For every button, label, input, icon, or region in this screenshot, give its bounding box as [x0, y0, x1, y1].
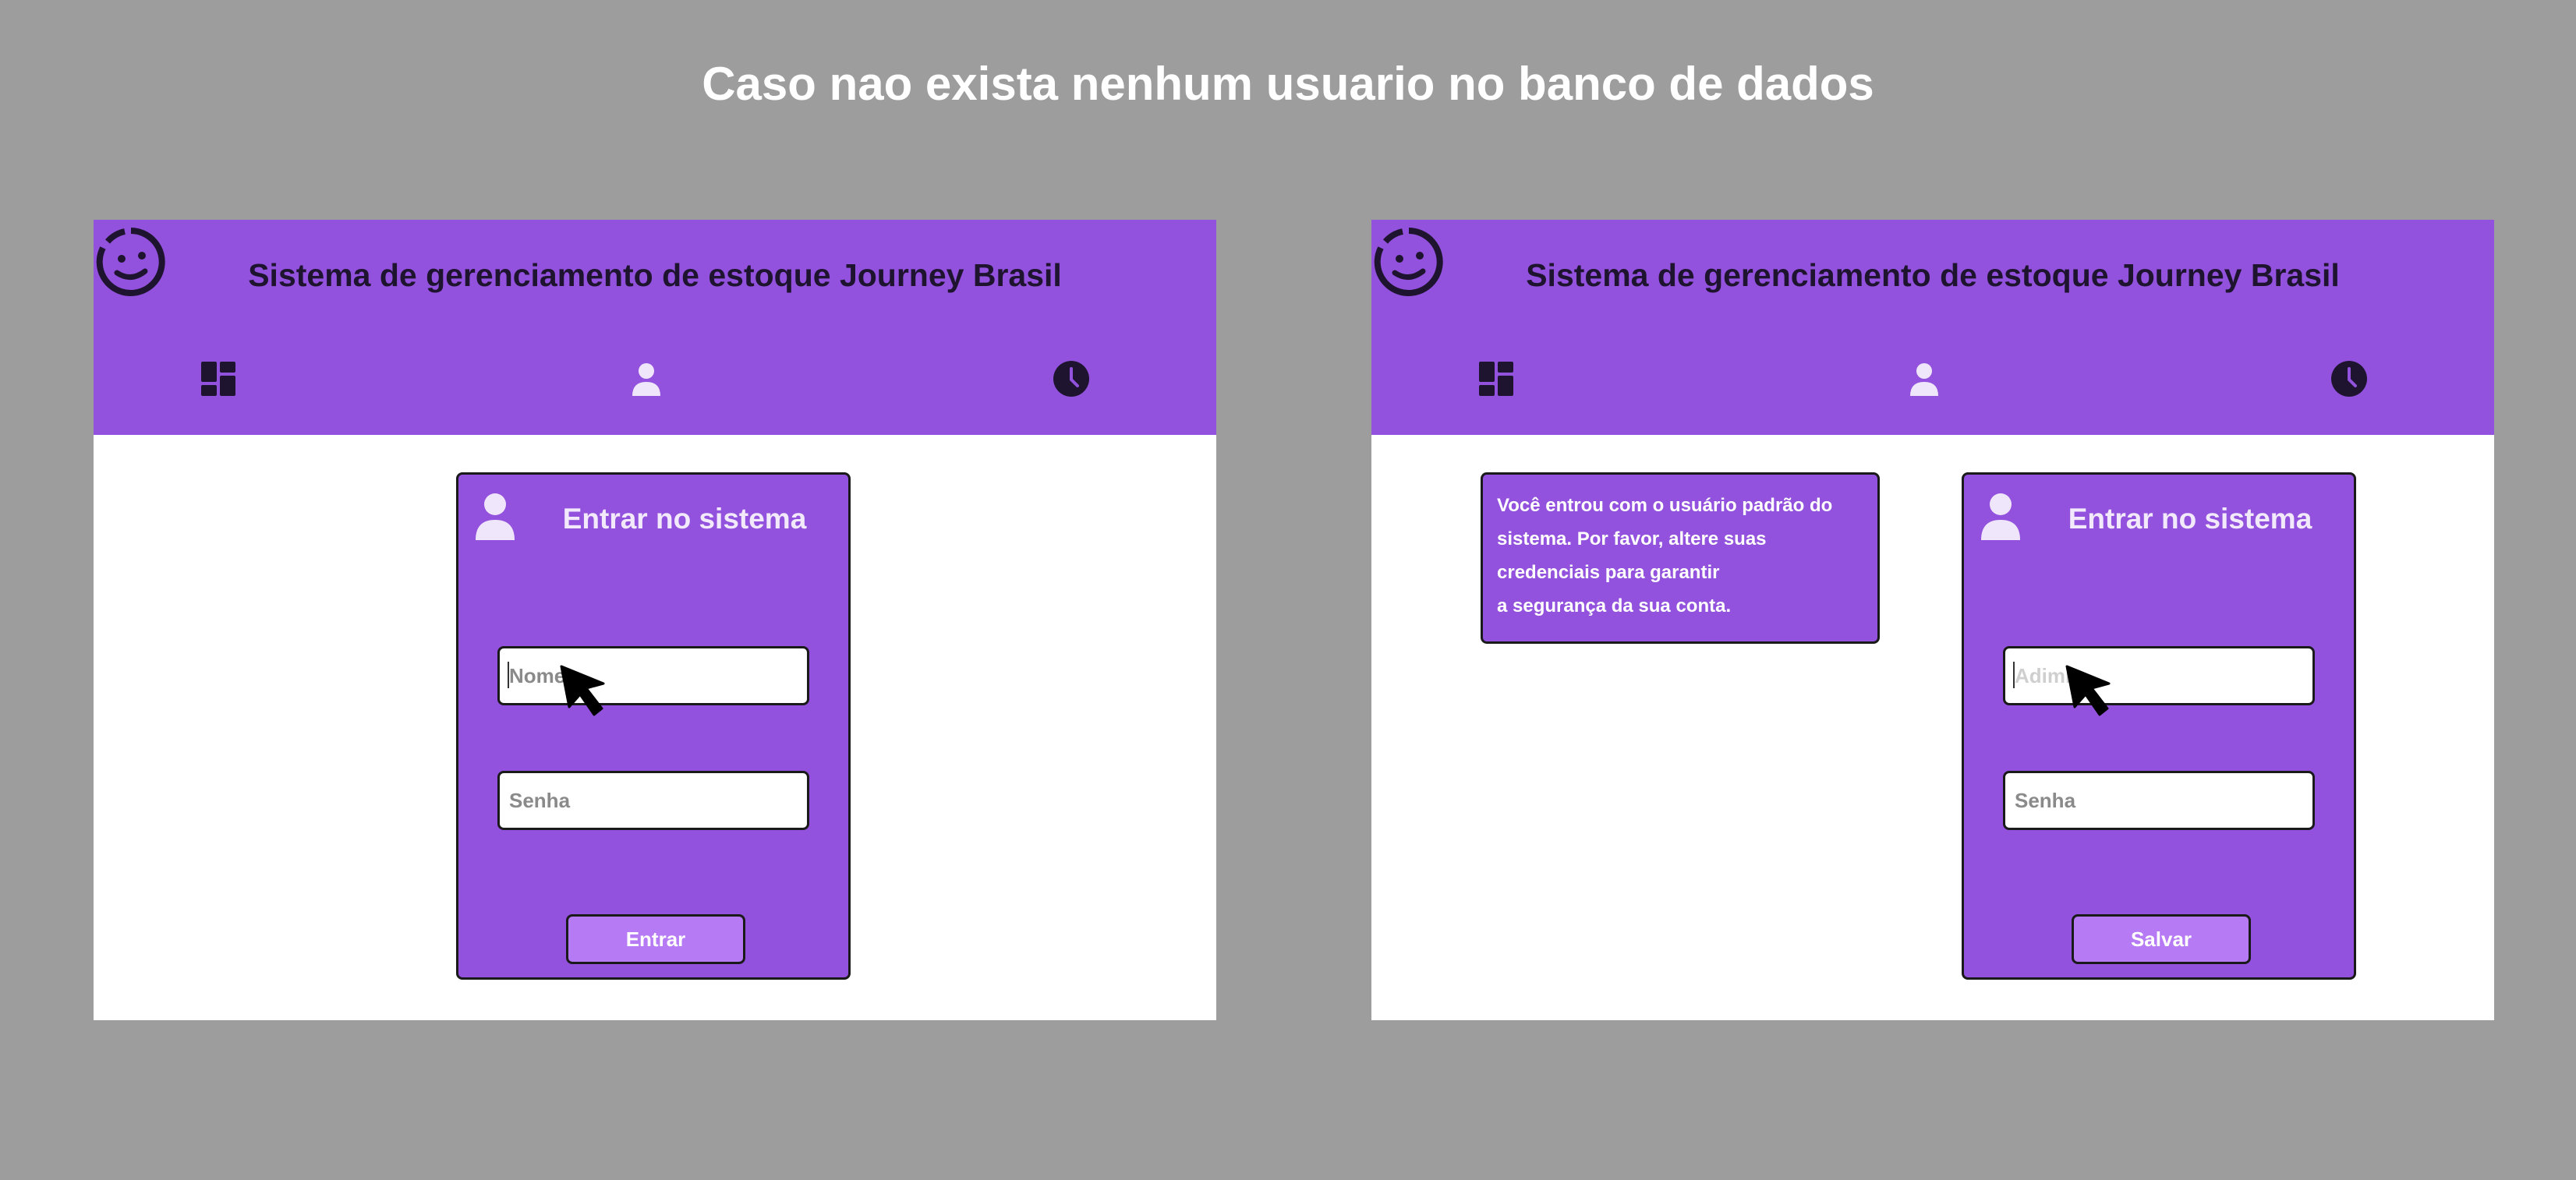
username-input[interactable]: [2003, 646, 2315, 705]
login-card: Entrar no sistema Salvar: [1962, 472, 2356, 980]
mouse-pointer-icon: [2064, 663, 2115, 722]
text-caret: [508, 662, 509, 688]
dashboard-icon[interactable]: [198, 359, 239, 399]
password-input[interactable]: [2003, 771, 2315, 830]
smiley-logo-icon: [94, 224, 168, 299]
user-avatar-icon: [474, 490, 516, 540]
clock-icon[interactable]: [1051, 359, 1092, 399]
app-header: Sistema de gerenciamento de estoque Jour…: [1371, 220, 2494, 435]
username-input[interactable]: [497, 646, 809, 705]
app-window-first-login: Sistema de gerenciamento de estoque Jour…: [94, 220, 1216, 1020]
save-button[interactable]: Salvar: [2072, 914, 2251, 964]
login-title: Entrar no sistema: [562, 503, 807, 535]
clock-icon[interactable]: [2329, 359, 2369, 399]
login-title: Entrar no sistema: [2068, 503, 2312, 535]
text-caret: [2013, 662, 2015, 688]
app-header: Sistema de gerenciamento de estoque Jour…: [94, 220, 1216, 435]
user-icon[interactable]: [626, 359, 667, 399]
default-user-notice: Você entrou com o usuário padrão do sist…: [1481, 472, 1880, 644]
mouse-pointer-icon: [558, 663, 610, 722]
login-card: Entrar no sistema Entrar: [456, 472, 851, 980]
app-title: Sistema de gerenciamento de estoque Jour…: [248, 257, 1062, 293]
user-avatar-icon: [1980, 490, 2022, 540]
user-icon[interactable]: [1904, 359, 1944, 399]
dashboard-icon[interactable]: [1476, 359, 1516, 399]
page-title: Caso nao exista nenhum usuario no banco …: [702, 58, 1874, 110]
password-input[interactable]: [497, 771, 809, 830]
smiley-logo-icon: [1371, 224, 1446, 299]
login-button[interactable]: Entrar: [566, 914, 745, 964]
app-window-default-user: Sistema de gerenciamento de estoque Jour…: [1371, 220, 2494, 1020]
app-title: Sistema de gerenciamento de estoque Jour…: [1526, 257, 2340, 293]
